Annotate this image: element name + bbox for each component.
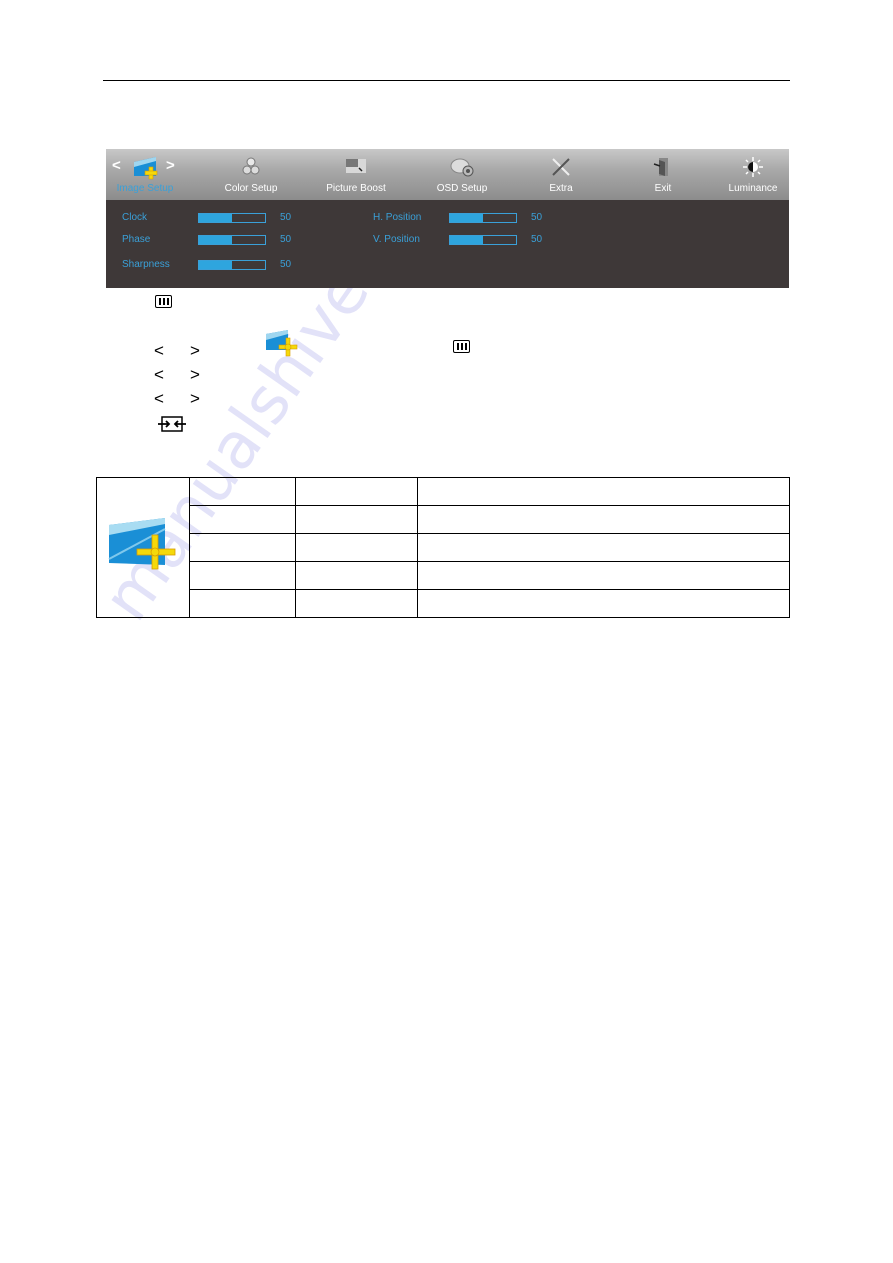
phase-slider[interactable]	[198, 235, 266, 245]
table-row	[97, 589, 790, 618]
setting-phase[interactable]: Phase 50	[122, 234, 322, 248]
setting-sharpness[interactable]: Sharpness 50	[122, 259, 322, 273]
table-cell	[417, 589, 790, 618]
table-cell	[189, 505, 296, 534]
osd-menu: < > Image Setup Color Setup Picture Boos…	[106, 149, 789, 288]
table-cell	[295, 533, 418, 562]
tab-label: Extra	[549, 183, 573, 194]
table-cell	[295, 477, 418, 506]
picture-boost-icon	[343, 156, 369, 178]
table-cell	[189, 533, 296, 562]
right-chevron-icon: >	[190, 389, 200, 408]
setting-label: H. Position	[373, 212, 422, 223]
table-cell	[189, 561, 296, 590]
tab-color-setup[interactable]: Color Setup	[216, 149, 286, 200]
table-cell	[189, 589, 296, 618]
image-setup-icon	[105, 518, 181, 579]
setting-label: Sharpness	[122, 259, 170, 270]
slider-fill	[450, 214, 483, 222]
table-cell	[417, 477, 790, 506]
tab-exit[interactable]: Exit	[628, 149, 698, 200]
slider-fill	[450, 236, 483, 244]
v-position-slider[interactable]	[449, 235, 517, 245]
header-rule	[103, 80, 790, 81]
setting-value: 50	[531, 234, 543, 245]
setting-label: Clock	[122, 212, 148, 223]
tab-label: Luminance	[728, 183, 778, 194]
slider-fill	[199, 236, 232, 244]
left-chevron-icon: <	[154, 365, 164, 384]
setting-value: 50	[280, 259, 292, 270]
table-row	[97, 561, 790, 590]
table-cell	[417, 533, 790, 562]
settings-table	[96, 477, 790, 618]
setting-value: 50	[531, 212, 543, 223]
extra-icon	[548, 156, 574, 178]
setting-value: 50	[280, 212, 292, 223]
table-row	[97, 505, 790, 534]
tab-extra[interactable]: Extra	[526, 149, 596, 200]
setting-value: 50	[280, 234, 292, 245]
setting-clock[interactable]: Clock 50	[122, 212, 322, 226]
tab-label: Color Setup	[224, 183, 278, 194]
slider-fill	[199, 214, 232, 222]
setting-v-position[interactable]: V. Position 50	[373, 234, 573, 248]
tab-label: Exit	[654, 183, 672, 194]
right-chevron-icon: >	[190, 341, 200, 360]
exit-icon	[650, 156, 676, 178]
osd-settings-panel: Clock 50 Phase 50 Sharpness 50 H. Positi…	[106, 200, 789, 288]
tab-label: Picture Boost	[326, 183, 386, 194]
table-icon-cell	[96, 477, 190, 618]
setting-h-position[interactable]: H. Position 50	[373, 212, 573, 226]
image-setup-icon	[264, 328, 302, 363]
table-row	[96, 477, 790, 618]
luminance-icon	[740, 156, 766, 178]
menu-button-icon	[453, 340, 470, 353]
image-setup-icon	[132, 156, 158, 180]
source-enter-icon	[157, 415, 187, 438]
osd-tab-bar: < > Image Setup Color Setup Picture Boos…	[106, 149, 789, 200]
tab-luminance[interactable]: Luminance	[718, 149, 788, 200]
menu-button-icon	[155, 295, 172, 308]
table-cell	[189, 477, 296, 506]
setting-label: Phase	[122, 234, 151, 245]
tab-label: Image Setup	[116, 183, 174, 194]
table-row	[97, 533, 790, 562]
osd-setup-icon	[449, 156, 475, 178]
left-chevron-icon: <	[154, 389, 164, 408]
setting-label: V. Position	[373, 234, 420, 245]
left-chevron-icon: <	[154, 341, 164, 360]
tab-picture-boost[interactable]: Picture Boost	[316, 149, 396, 200]
sharpness-slider[interactable]	[198, 260, 266, 270]
color-setup-icon	[238, 156, 264, 178]
tab-osd-setup[interactable]: OSD Setup	[426, 149, 498, 200]
right-chevron-icon: >	[190, 365, 200, 384]
tab-label: OSD Setup	[436, 183, 488, 194]
slider-fill	[199, 261, 232, 269]
table-cell	[295, 589, 418, 618]
tab-image-setup[interactable]: Image Setup	[110, 149, 180, 200]
table-cell	[417, 505, 790, 534]
table-cell	[417, 561, 790, 590]
table-cell	[295, 561, 418, 590]
clock-slider[interactable]	[198, 213, 266, 223]
h-position-slider[interactable]	[449, 213, 517, 223]
table-cell	[295, 505, 418, 534]
